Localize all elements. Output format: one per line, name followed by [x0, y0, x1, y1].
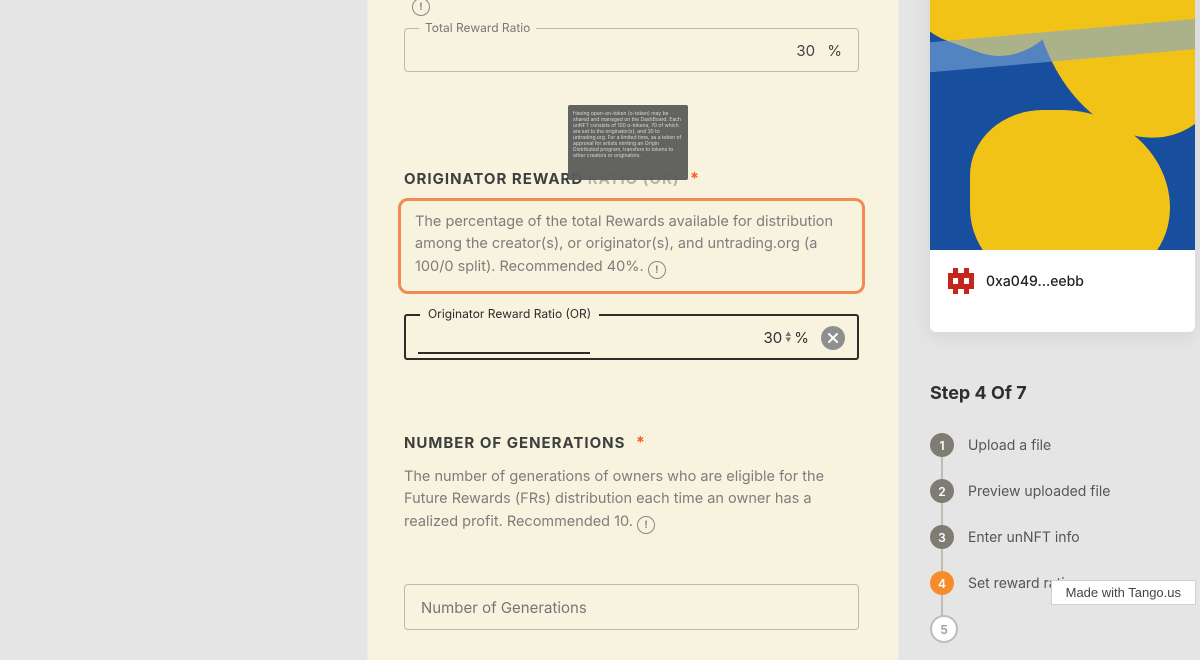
generations-heading-text: NUMBER OF GENERATIONS	[404, 433, 625, 452]
step-dot: 5	[930, 615, 958, 643]
recommended-hint: !	[412, 0, 430, 16]
total-reward-value: 30	[796, 41, 815, 60]
close-icon	[828, 333, 838, 343]
preview-card: 0xa049…eebb	[930, 0, 1195, 332]
generations-field-wrap	[404, 584, 859, 630]
avatar	[948, 268, 974, 294]
generations-input[interactable]	[404, 584, 859, 630]
total-reward-field[interactable]: Total Reward Ratio 30 %	[404, 28, 859, 72]
or-tooltip: Having open-on-token (o-token) may be sh…	[568, 105, 688, 180]
required-mark: *	[636, 432, 645, 452]
or-ratio-field[interactable]: Originator Reward Ratio (OR) 30 ▲▼ %	[404, 314, 859, 360]
total-reward-legend: Total Reward Ratio	[419, 20, 536, 35]
step-label: Enter unNFT info	[968, 529, 1080, 546]
artwork-preview	[930, 0, 1195, 250]
clear-button[interactable]	[821, 326, 845, 350]
step-2[interactable]: 2 Preview uploaded file	[930, 468, 1190, 514]
info-icon[interactable]: !	[637, 516, 655, 534]
required-mark: *	[690, 168, 699, 188]
step-title: Step 4 Of 7	[930, 383, 1190, 404]
step-dot: 1	[930, 433, 954, 457]
step-progress: Step 4 Of 7 1 Upload a file 2 Preview uploa…	[930, 383, 1190, 652]
wallet-address: 0xa049…eebb	[986, 273, 1084, 290]
step-label: Upload a file	[968, 437, 1051, 454]
generations-heading: NUMBER OF GENERATIONS *	[404, 432, 645, 452]
info-icon[interactable]: !	[648, 261, 666, 279]
or-description-highlight: The percentage of the total Rewards avai…	[398, 198, 865, 294]
or-ratio-value: 30	[763, 328, 782, 347]
step-5[interactable]: 5	[930, 606, 1190, 652]
total-reward-unit: %	[827, 41, 842, 60]
or-ratio-legend: Originator Reward Ratio (OR)	[420, 306, 599, 321]
form-panel: ! Total Reward Ratio 30 % Having open-on…	[368, 0, 898, 660]
step-dot: 3	[930, 525, 954, 549]
step-3[interactable]: 3 Enter unNFT info	[930, 514, 1190, 560]
step-dot: 4	[930, 571, 954, 595]
or-heading-a: ORIGINATOR REWARD	[404, 169, 583, 188]
or-description-text: The percentage of the total Rewards avai…	[415, 213, 833, 275]
made-with-badge[interactable]: Made with Tango.us	[1051, 580, 1196, 605]
step-dot: 2	[930, 479, 954, 503]
step-1[interactable]: 1 Upload a file	[930, 422, 1190, 468]
generations-description: The number of generations of owners who …	[404, 466, 859, 534]
owner-row[interactable]: 0xa049…eebb	[930, 250, 1195, 312]
stepper-arrows-icon[interactable]: ▲▼	[785, 332, 791, 344]
or-ratio-unit: %	[794, 328, 809, 347]
info-icon[interactable]: !	[412, 0, 430, 16]
step-label: Preview uploaded file	[968, 483, 1110, 500]
generations-description-text: The number of generations of owners who …	[404, 468, 824, 530]
